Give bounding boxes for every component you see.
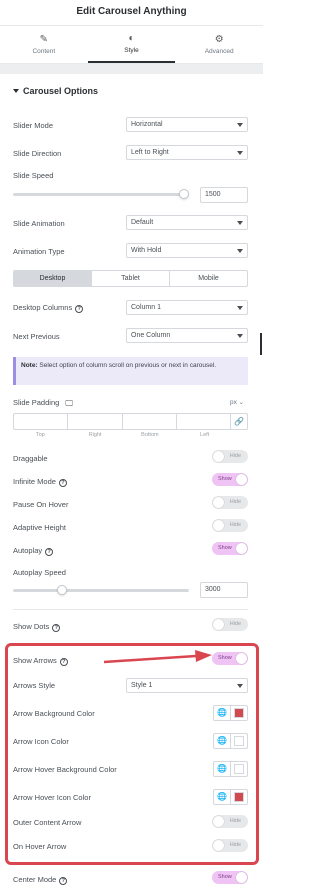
arrows-style-select[interactable]: Style 1 [126, 678, 248, 693]
arrow-hover-icon-color-label: Arrow Hover Icon Color [13, 793, 91, 802]
outer-content-arrow-label: Outer Content Arrow [13, 818, 82, 827]
globe-icon[interactable]: 🌐 [214, 762, 231, 776]
arrow-hover-icon-color-control: 🌐 [213, 789, 248, 805]
globe-icon[interactable]: 🌐 [214, 790, 231, 804]
help-icon[interactable]: ? [59, 877, 68, 885]
arrow-bg-color-label: Arrow Background Color [13, 709, 95, 718]
arrow-icon-color-label: Arrow Icon Color [13, 737, 69, 746]
arrow-hover-bg-color-label: Arrow Hover Background Color [13, 765, 117, 774]
annotation-arrow-icon [103, 650, 212, 664]
on-hover-arrow-toggle[interactable]: Hide [212, 839, 248, 852]
color-swatch[interactable] [234, 792, 244, 802]
on-hover-arrow-label: On Hover Arrow [13, 842, 67, 851]
center-mode-toggle[interactable]: Show [212, 871, 248, 884]
arrow-icon-color-control: 🌐 [213, 733, 248, 749]
globe-icon[interactable]: 🌐 [214, 706, 231, 720]
arrow-bg-color-control: 🌐 [213, 705, 248, 721]
toggle-knob [213, 816, 224, 827]
toggle-state: Hide [229, 842, 241, 848]
globe-icon[interactable]: 🌐 [214, 734, 231, 748]
toggle-knob [236, 872, 247, 883]
color-swatch[interactable] [234, 736, 244, 746]
center-mode-label-text: Center Mode [13, 875, 57, 884]
outer-content-arrow-toggle[interactable]: Hide [212, 815, 248, 828]
center-mode-label: Center Mode? [13, 875, 68, 885]
toggle-state: Hide [229, 818, 241, 824]
toggle-knob [213, 840, 224, 851]
color-swatch[interactable] [234, 764, 244, 774]
toggle-state: Show [218, 874, 232, 880]
arrow-hover-bg-color-control: 🌐 [213, 761, 248, 777]
arrows-style-value: Style 1 [131, 682, 153, 689]
color-swatch[interactable] [234, 708, 244, 718]
arrows-style-label: Arrows Style [13, 681, 56, 690]
panel-resize-handle[interactable] [260, 333, 262, 355]
chevron-down-icon [237, 684, 243, 688]
